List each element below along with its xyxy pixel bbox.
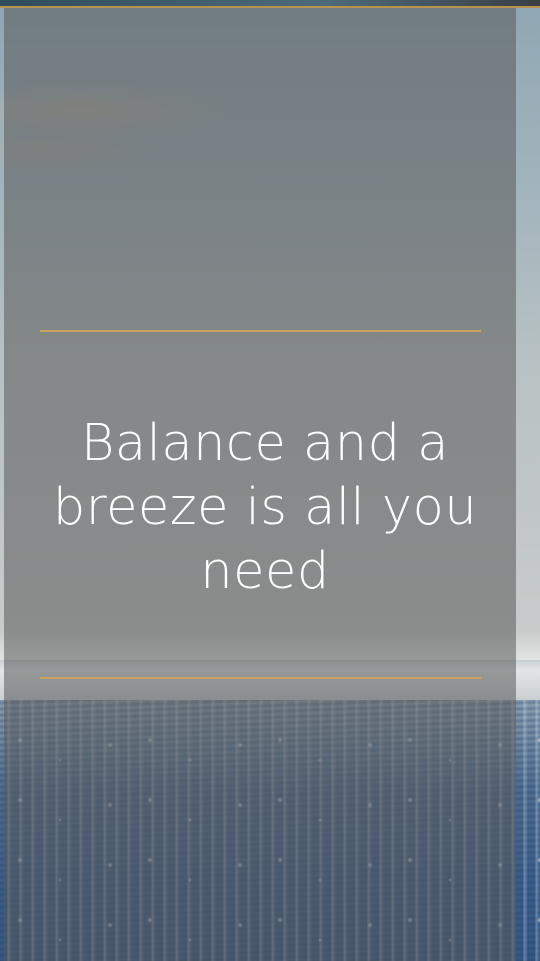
top-divider <box>40 330 481 332</box>
bottom-divider <box>40 677 481 679</box>
quote-text: Balance and a breeze is all you need <box>52 414 478 601</box>
